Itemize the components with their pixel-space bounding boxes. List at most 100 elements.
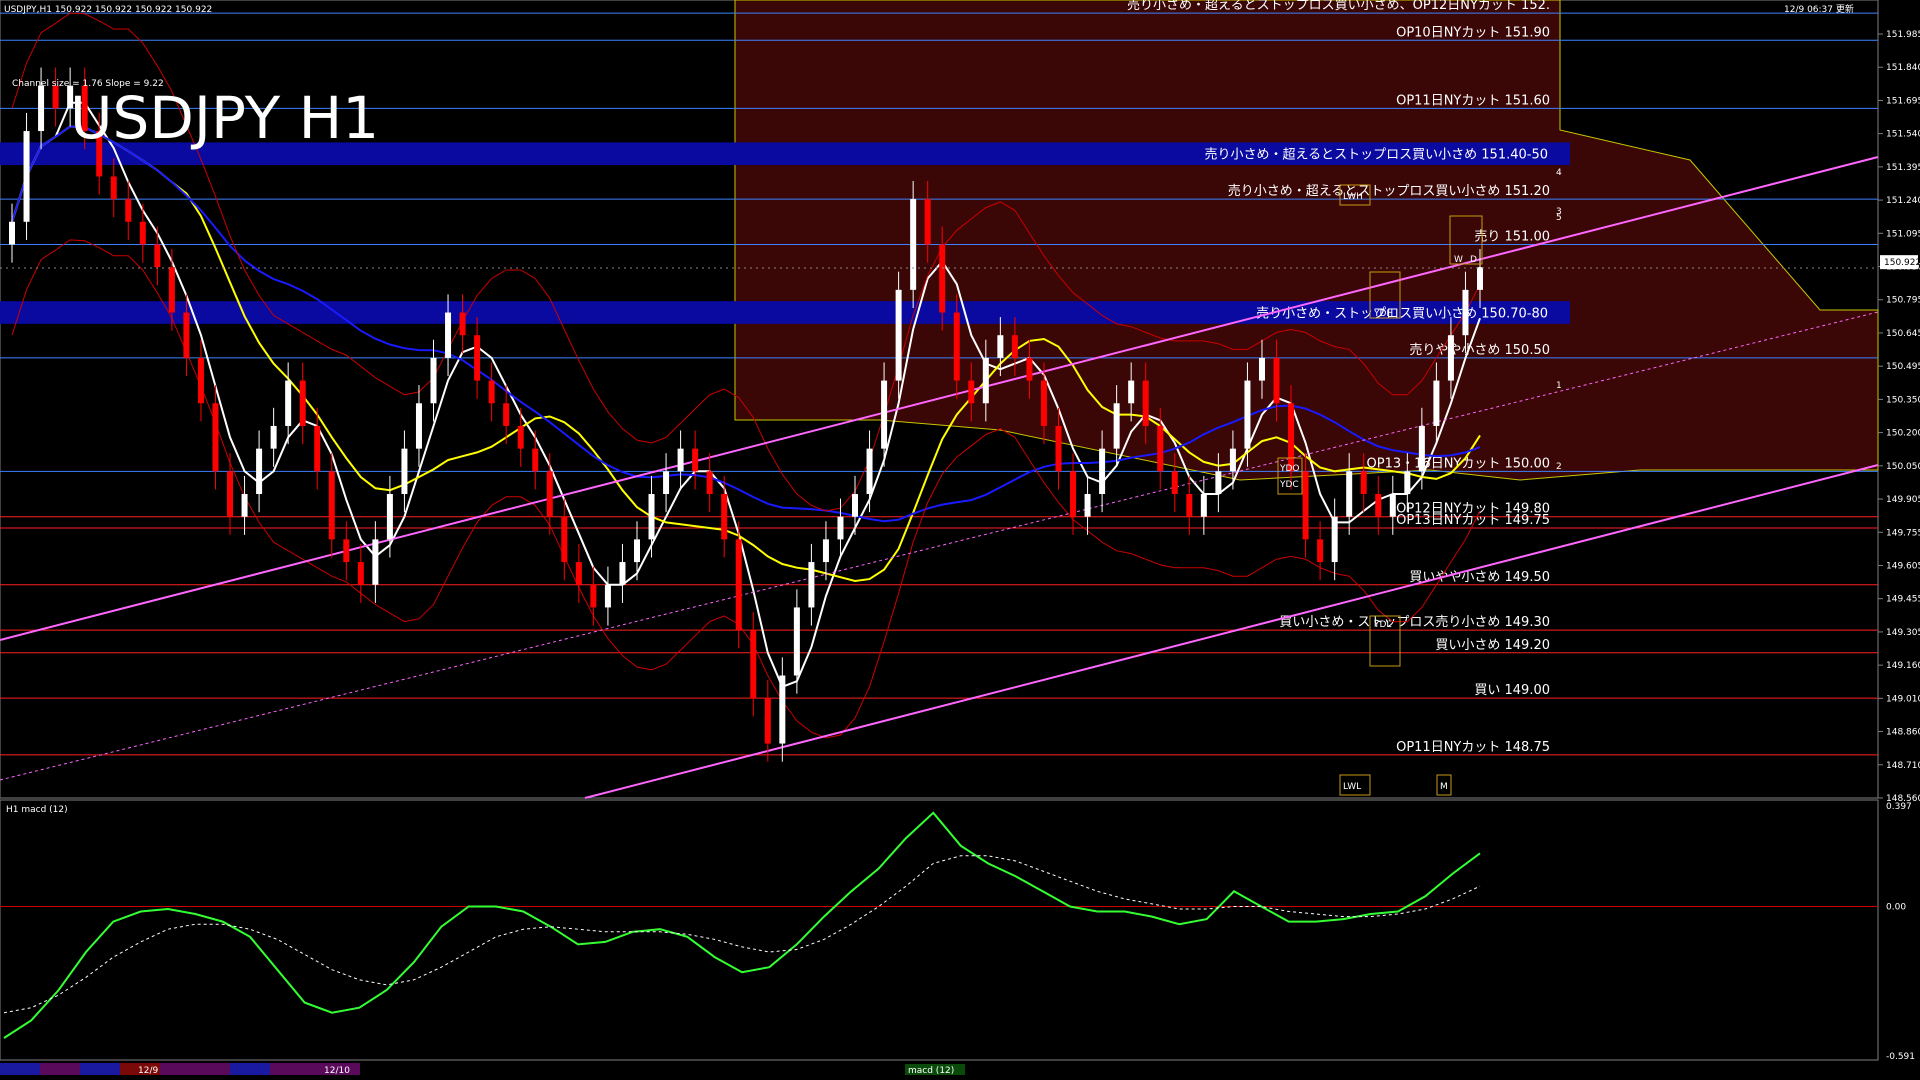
chart-canvas[interactable]: 売り小さめ・超えるとストップロス買い小さめ 151.40-50 売り小さめ・ストッ…	[0, 0, 1920, 1080]
price-tick-label: 149.905	[1886, 495, 1920, 505]
price-tick-label: 150.645	[1886, 329, 1920, 339]
price-tick-label: 148.860	[1886, 728, 1920, 738]
candle-body	[488, 380, 495, 404]
candle-body	[939, 244, 946, 313]
candle-body	[1288, 403, 1295, 472]
candle-body	[750, 630, 757, 699]
candle-body	[517, 425, 524, 449]
candle-body	[1186, 494, 1193, 517]
price-tick-label: 149.455	[1886, 595, 1920, 605]
candle-body	[1215, 471, 1222, 495]
tag-lwh: LWH	[1343, 192, 1363, 202]
candle-body	[401, 448, 408, 495]
candle-body	[1055, 425, 1062, 472]
candle-body	[1113, 403, 1120, 449]
price-tick-label: 148.710	[1886, 761, 1920, 771]
candle-body	[924, 199, 931, 245]
zone-150-70-label: 売り小さめ・ストップロス買い小さめ 150.70-80	[1256, 306, 1548, 322]
candle-body	[445, 312, 452, 358]
candle-body	[852, 494, 859, 517]
candle-body	[1099, 448, 1106, 495]
candle-body	[1389, 494, 1396, 517]
candle-body	[561, 516, 568, 563]
macd-tag: macd (12)	[908, 1066, 954, 1076]
candle-body	[779, 675, 786, 744]
candle-body	[357, 562, 364, 585]
proj-1: 1	[1556, 381, 1562, 391]
candle-body	[982, 357, 989, 404]
price-tick-label: 149.305	[1886, 628, 1920, 638]
candle-body	[328, 471, 335, 540]
candle-body	[386, 494, 393, 540]
candle-body	[604, 584, 611, 608]
macd-pane[interactable]	[0, 799, 1879, 1061]
zone-151-40-label: 売り小さめ・超えるとストップロス買い小さめ 151.40-50	[1205, 147, 1548, 163]
watermark-title: USDJPY H1	[70, 84, 379, 152]
candle-body	[430, 357, 437, 404]
candle-body	[1258, 357, 1265, 381]
tab-12-10[interactable]: 12/10	[324, 1066, 350, 1076]
candle-body	[895, 289, 902, 381]
candle-body	[285, 380, 292, 426]
candle-body	[997, 335, 1004, 358]
candle-body	[139, 221, 146, 245]
candle-body	[546, 471, 553, 517]
candle-body	[154, 244, 161, 268]
macd-tick-label: 0.397	[1886, 802, 1912, 812]
price-tick-label: 150.350	[1886, 395, 1920, 405]
candle-body	[459, 312, 466, 336]
candle-body	[1142, 380, 1149, 426]
level-149-50-label: 買いやや小さめ 149.50	[1409, 570, 1550, 585]
level-149-30-label: 買い小さめ・ストップロス売り小さめ 149.30	[1279, 614, 1550, 630]
candle-body	[125, 199, 132, 222]
candle-body	[38, 85, 45, 132]
candle-body	[256, 448, 263, 495]
candle-body	[1229, 448, 1236, 472]
level-150-50-label: 売りやや小さめ 150.50	[1409, 342, 1550, 358]
candle-body	[677, 448, 684, 472]
candle-body	[1404, 471, 1411, 495]
time-tabs[interactable]: 12/9 12/10 macd (12)	[0, 1063, 965, 1076]
price-tick-label: 151.985	[1886, 30, 1920, 40]
price-tick-label: 149.010	[1886, 694, 1920, 704]
proj-2: 2	[1556, 462, 1562, 472]
price-tick-label: 149.160	[1886, 661, 1920, 671]
price-tick-label: 151.095	[1886, 229, 1920, 239]
price-tick-label: 150.495	[1886, 362, 1920, 372]
price-tick-label: 149.755	[1886, 528, 1920, 538]
candle-body	[1157, 425, 1164, 472]
candle-body	[1317, 539, 1324, 563]
candle-body	[1360, 471, 1367, 495]
candle-body	[372, 539, 379, 585]
candle-body	[1084, 494, 1091, 517]
candle-body	[1200, 494, 1207, 517]
level-151-20-label: 売り小さめ・超えるとストップロス買い小さめ 151.20	[1228, 183, 1550, 199]
candle-body	[183, 312, 190, 358]
tag-ydl: YDL	[1373, 620, 1391, 630]
level-148-75-label: OP11日NYカット 148.75	[1396, 740, 1550, 755]
candle-body	[23, 131, 30, 222]
tab-12-9[interactable]: 12/9	[138, 1066, 158, 1076]
symbol-header: USDJPY,H1 150.922 150.922 150.922 150.92…	[4, 5, 212, 15]
candle-body	[314, 425, 321, 472]
current-price-label: 150.922	[1884, 258, 1920, 268]
proj-4: 4	[1556, 168, 1562, 178]
candle-body	[706, 471, 713, 495]
candle-body	[633, 539, 640, 563]
candle-body	[1433, 380, 1440, 426]
candle-body	[721, 494, 728, 540]
candle-body	[9, 221, 15, 245]
candle-body	[415, 403, 422, 449]
tag-ydo: YDO	[1279, 464, 1300, 474]
candle-body	[299, 380, 306, 426]
candle-body	[822, 539, 829, 563]
candle-body	[1040, 380, 1047, 426]
level-149-75-label: OP13日NYカット 149.75	[1396, 513, 1550, 528]
level-150-00-label: OP13・16日NYカット 150.00	[1367, 456, 1550, 471]
proj-5: 5	[1556, 213, 1562, 223]
candle-body	[575, 562, 582, 585]
level-151-90-label: OP10日NYカット 151.90	[1396, 25, 1550, 40]
tag-d: D	[1470, 255, 1477, 265]
candle-body	[1331, 516, 1338, 563]
candle-body	[1171, 471, 1178, 495]
